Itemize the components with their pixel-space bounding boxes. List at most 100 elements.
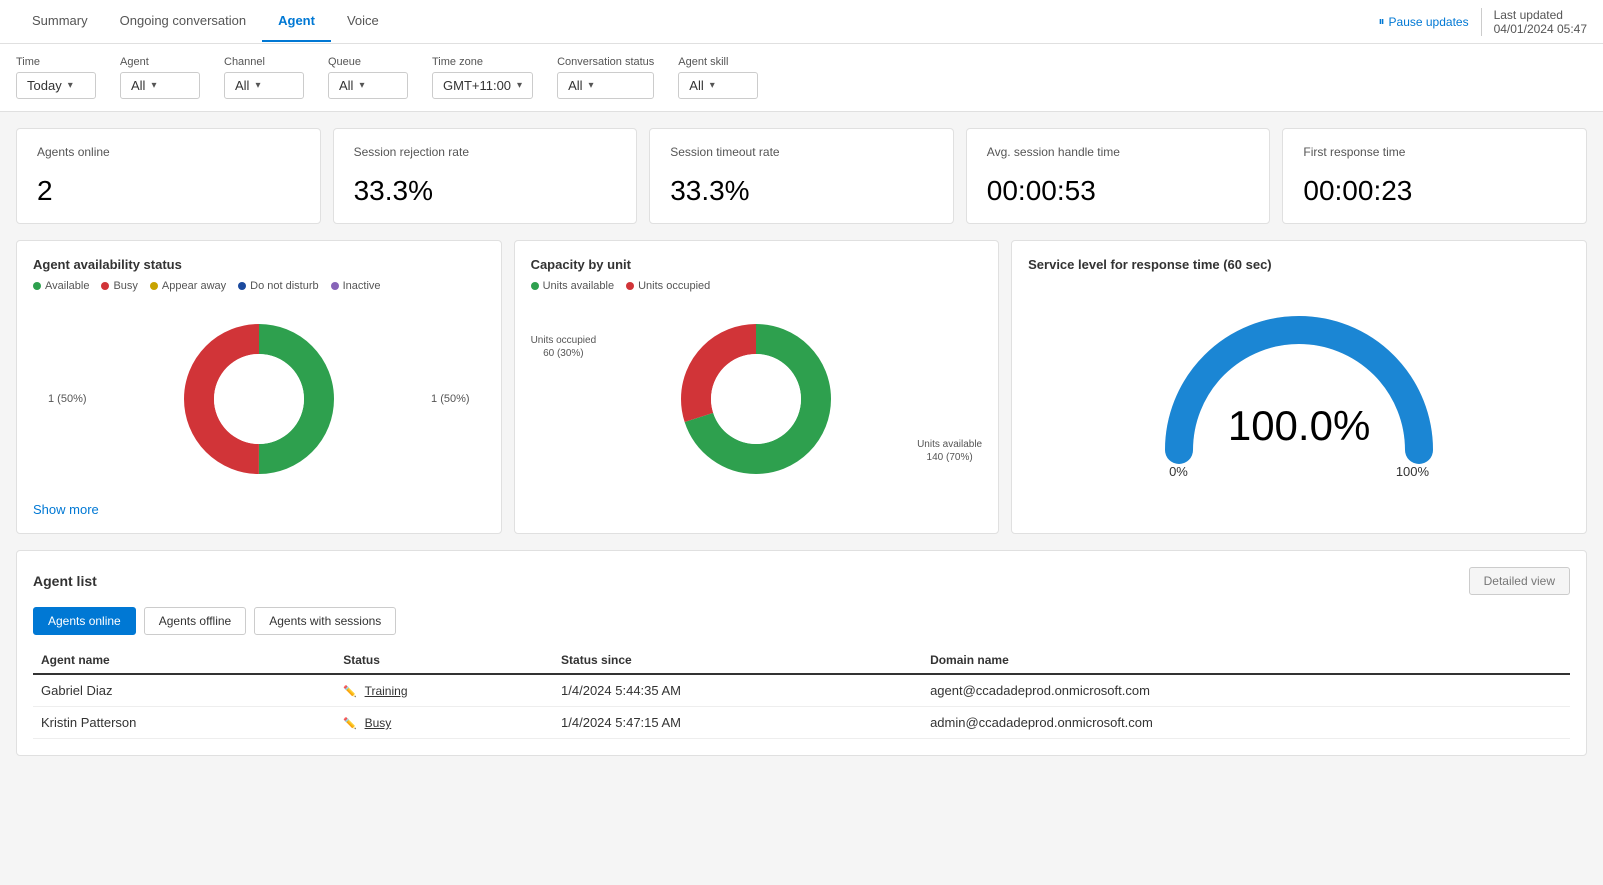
detailed-view-button[interactable]: Detailed view: [1469, 567, 1570, 595]
agent-table-body: Gabriel Diaz ✏️ Training 1/4/2024 5:44:3…: [33, 674, 1570, 739]
legend-available: Available: [33, 280, 89, 292]
filters-bar: Time Today ▾ Agent All ▾ Channel All ▾ Q…: [0, 44, 1603, 112]
metric-avg-handle-time: Avg. session handle time 00:00:53: [966, 128, 1271, 224]
filter-time-select[interactable]: Today ▾: [16, 72, 96, 99]
capacity-donut-svg: [676, 319, 836, 479]
metric-agents-online: Agents online 2: [16, 128, 321, 224]
status-tag[interactable]: Training: [365, 684, 408, 698]
tab-agent[interactable]: Agent: [262, 1, 331, 42]
avail-label-left: 1 (50%): [48, 393, 87, 405]
service-level-chart-card: Service level for response time (60 sec)…: [1011, 240, 1587, 534]
availability-donut-svg: [179, 319, 339, 479]
filter-time: Time Today ▾: [16, 56, 96, 99]
filter-queue-select[interactable]: All ▾: [328, 72, 408, 99]
tab-agents-online[interactable]: Agents online: [33, 607, 136, 635]
legend-appear-away: Appear away: [150, 280, 226, 292]
chevron-down-icon: ▾: [151, 80, 156, 91]
agent-name-cell: Gabriel Diaz: [33, 674, 335, 707]
chevron-down-icon: ▾: [710, 80, 715, 91]
tab-voice[interactable]: Voice: [331, 1, 395, 42]
dnd-dot: [238, 282, 246, 290]
capacity-legend: Units available Units occupied: [531, 280, 983, 292]
gauge-labels: 0% 100%: [1169, 464, 1429, 479]
chevron-down-icon: ▾: [517, 80, 522, 91]
pause-icon: ⏸: [1379, 14, 1385, 29]
legend-busy: Busy: [101, 280, 137, 292]
available-dot: [33, 282, 41, 290]
filter-conv-status-select[interactable]: All ▾: [557, 72, 654, 99]
last-updated-info: Last updated 04/01/2024 05:47: [1481, 8, 1587, 36]
filter-agent: Agent All ▾: [120, 56, 200, 99]
filter-timezone: Time zone GMT+11:00 ▾: [432, 56, 533, 99]
gauge-svg-wrap: 100.0%: [1159, 310, 1439, 460]
top-right-controls: ⏸ Pause updates Last updated 04/01/2024 …: [1379, 8, 1588, 36]
agent-since-cell: 1/4/2024 5:47:15 AM: [553, 707, 922, 739]
agent-status-cell: ✏️ Training: [335, 674, 553, 707]
agent-status-cell: ✏️ Busy: [335, 707, 553, 739]
filter-timezone-select[interactable]: GMT+11:00 ▾: [432, 72, 533, 99]
col-agent-name: Agent name: [33, 647, 335, 674]
inactive-dot: [331, 282, 339, 290]
capacity-donut-container: Units occupied60 (30%) Units available14…: [531, 304, 983, 494]
gauge-container: 100.0% 0% 100%: [1028, 280, 1570, 489]
legend-units-occupied: Units occupied: [626, 280, 710, 292]
nav-tabs: Summary Ongoing conversation Agent Voice: [16, 1, 395, 42]
filter-channel: Channel All ▾: [224, 56, 304, 99]
units-occupied-dot: [626, 282, 634, 290]
table-row: Gabriel Diaz ✏️ Training 1/4/2024 5:44:3…: [33, 674, 1570, 707]
availability-legend: Available Busy Appear away Do not distur…: [33, 280, 485, 292]
cap-label-available: Units available140 (70%): [917, 438, 982, 464]
chevron-down-icon: ▾: [589, 80, 594, 91]
filter-agent-skill: Agent skill All ▾: [678, 56, 758, 99]
charts-row: Agent availability status Available Busy…: [16, 240, 1587, 534]
agent-list-section: Agent list Detailed view Agents online A…: [16, 550, 1587, 756]
tab-agents-with-sessions[interactable]: Agents with sessions: [254, 607, 396, 635]
agent-name-cell: Kristin Patterson: [33, 707, 335, 739]
edit-icon[interactable]: ✏️: [343, 686, 357, 698]
metrics-row: Agents online 2 Session rejection rate 3…: [16, 128, 1587, 224]
legend-do-not-disturb: Do not disturb: [238, 280, 318, 292]
busy-dot: [101, 282, 109, 290]
gauge-label-100: 100%: [1396, 464, 1429, 479]
avail-label-right: 1 (50%): [431, 393, 470, 405]
legend-units-available: Units available: [531, 280, 615, 292]
status-tag[interactable]: Busy: [365, 716, 392, 730]
metric-session-timeout: Session timeout rate 33.3%: [649, 128, 954, 224]
filter-queue: Queue All ▾: [328, 56, 408, 99]
top-navigation: Summary Ongoing conversation Agent Voice…: [0, 0, 1603, 44]
availability-chart-card: Agent availability status Available Busy…: [16, 240, 502, 534]
agent-domain-cell: admin@ccadadeprod.onmicrosoft.com: [922, 707, 1570, 739]
pause-updates-button[interactable]: ⏸ Pause updates: [1379, 14, 1469, 29]
filter-agent-skill-select[interactable]: All ▾: [678, 72, 758, 99]
metric-session-rejection: Session rejection rate 33.3%: [333, 128, 638, 224]
filter-agent-select[interactable]: All ▾: [120, 72, 200, 99]
agent-list-header: Agent list Detailed view: [33, 567, 1570, 595]
filter-channel-select[interactable]: All ▾: [224, 72, 304, 99]
cap-label-occupied: Units occupied60 (30%): [531, 334, 597, 360]
main-content: Agents online 2 Session rejection rate 3…: [0, 112, 1603, 772]
filter-conv-status: Conversation status All ▾: [557, 56, 654, 99]
availability-donut-container: 1 (50%) 1 (50%): [33, 304, 485, 494]
legend-inactive: Inactive: [331, 280, 381, 292]
tab-ongoing-conversation[interactable]: Ongoing conversation: [104, 1, 262, 42]
appear-away-dot: [150, 282, 158, 290]
agent-list-title: Agent list: [33, 573, 97, 589]
tab-summary[interactable]: Summary: [16, 1, 104, 42]
units-available-dot: [531, 282, 539, 290]
gauge-value: 100.0%: [1228, 402, 1370, 450]
table-row: Kristin Patterson ✏️ Busy 1/4/2024 5:47:…: [33, 707, 1570, 739]
capacity-chart-card: Capacity by unit Units available Units o…: [514, 240, 1000, 534]
chevron-down-icon: ▾: [68, 80, 73, 91]
col-status-since: Status since: [553, 647, 922, 674]
agent-domain-cell: agent@ccadadeprod.onmicrosoft.com: [922, 674, 1570, 707]
tab-agents-offline[interactable]: Agents offline: [144, 607, 247, 635]
agent-since-cell: 1/4/2024 5:44:35 AM: [553, 674, 922, 707]
col-domain-name: Domain name: [922, 647, 1570, 674]
metric-first-response: First response time 00:00:23: [1282, 128, 1587, 224]
gauge-label-0: 0%: [1169, 464, 1188, 479]
agent-list-tabs: Agents online Agents offline Agents with…: [33, 607, 1570, 635]
show-more-link[interactable]: Show more: [33, 502, 99, 517]
edit-icon[interactable]: ✏️: [343, 718, 357, 730]
agent-table: Agent name Status Status since Domain na…: [33, 647, 1570, 739]
chevron-down-icon: ▾: [255, 80, 260, 91]
